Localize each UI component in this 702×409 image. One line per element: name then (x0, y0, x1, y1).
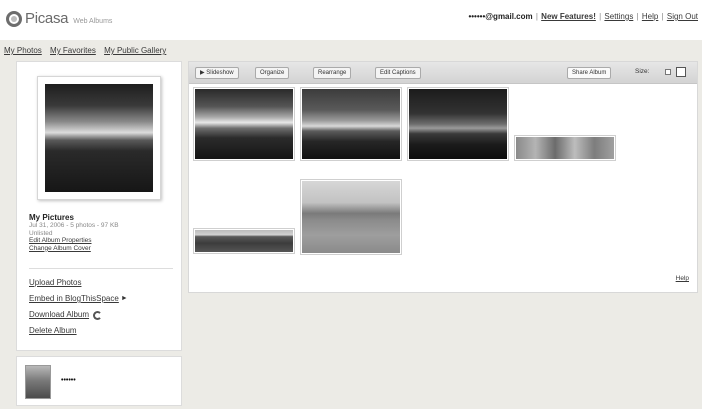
download-album-link[interactable]: Download Album (29, 307, 89, 323)
user-email: ••••••@gmail.com (468, 12, 533, 21)
slideshow-button[interactable]: ▶ Slideshow (195, 67, 239, 79)
download-icon (93, 310, 103, 320)
small-size-toggle[interactable] (665, 69, 671, 75)
photo-thumbnail[interactable] (300, 179, 402, 255)
photo-thumbnail[interactable] (407, 87, 509, 161)
export-link[interactable]: Embed in BlogThisSpace (29, 291, 119, 307)
organize-button[interactable]: Organize (255, 67, 290, 79)
edit-captions-button[interactable]: Edit Captions (375, 67, 421, 79)
picasa-logo-icon (6, 10, 22, 27)
nav-my-public-gallery[interactable]: My Public Gallery (104, 46, 166, 55)
sign-out-link[interactable]: Sign Out (667, 12, 698, 21)
delete-album-link[interactable]: Delete Album (29, 323, 77, 339)
change-album-cover-link[interactable]: Change Album Cover (29, 245, 179, 252)
user-links: ••••••@gmail.com | New Features! | Setti… (468, 12, 698, 21)
album-cover-image (45, 84, 153, 192)
album-title: My Pictures (29, 213, 74, 222)
triangle-right-icon: ► (120, 295, 128, 302)
divider (29, 268, 173, 269)
nav-my-photos[interactable]: My Photos (4, 46, 42, 55)
album-info: My Pictures Jul 31, 2006 - 5 photos - 97… (29, 213, 179, 252)
album-cover[interactable] (37, 76, 161, 200)
owner-card: •••••• (16, 356, 182, 406)
photo-thumbnail[interactable] (193, 87, 295, 161)
picasa-logo[interactable]: Picasa Web Albums (6, 10, 112, 27)
rearrange-button[interactable]: Rearrange (313, 67, 352, 79)
album-actions: Upload Photos Embed in BlogThisSpace ► Do… (29, 275, 128, 339)
upload-photos-link[interactable]: Upload Photos (29, 275, 81, 291)
album-date: Jul 31, 2006 - 5 photos - 97 KB (29, 222, 119, 230)
photo-grid-panel: ▶ Slideshow Organize Rearrange Edit Capt… (188, 61, 698, 293)
size-label: Size: (635, 68, 650, 75)
settings-link[interactable]: Settings (604, 12, 633, 21)
photo-thumbnail[interactable] (193, 228, 295, 254)
header: Picasa Web Albums ••••••@gmail.com | New… (0, 0, 702, 40)
top-nav: My Photos My Favorites My Public Gallery (4, 46, 172, 55)
edit-album-properties-link[interactable]: Edit Album Properties (29, 237, 179, 244)
owner-name[interactable]: •••••• (61, 377, 76, 384)
help-link-bottom[interactable]: Help (676, 275, 689, 282)
new-features-link[interactable]: New Features! (541, 12, 596, 21)
share-album-button[interactable]: Share Album (567, 67, 612, 79)
album-sidebar: My Pictures Jul 31, 2006 - 5 photos - 97… (16, 61, 182, 351)
nav-my-favorites[interactable]: My Favorites (50, 46, 96, 55)
album-toolbar: ▶ Slideshow Organize Rearrange Edit Capt… (189, 62, 697, 84)
photo-thumbnail[interactable] (514, 135, 616, 161)
large-size-toggle[interactable] (676, 67, 686, 77)
photo-thumbnail[interactable] (300, 87, 402, 161)
avatar[interactable] (25, 365, 51, 399)
logo-subtitle: Web Albums (73, 17, 113, 25)
logo-text: Picasa (25, 10, 69, 27)
help-link[interactable]: Help (642, 12, 658, 21)
album-visibility: Unlisted (29, 229, 53, 237)
